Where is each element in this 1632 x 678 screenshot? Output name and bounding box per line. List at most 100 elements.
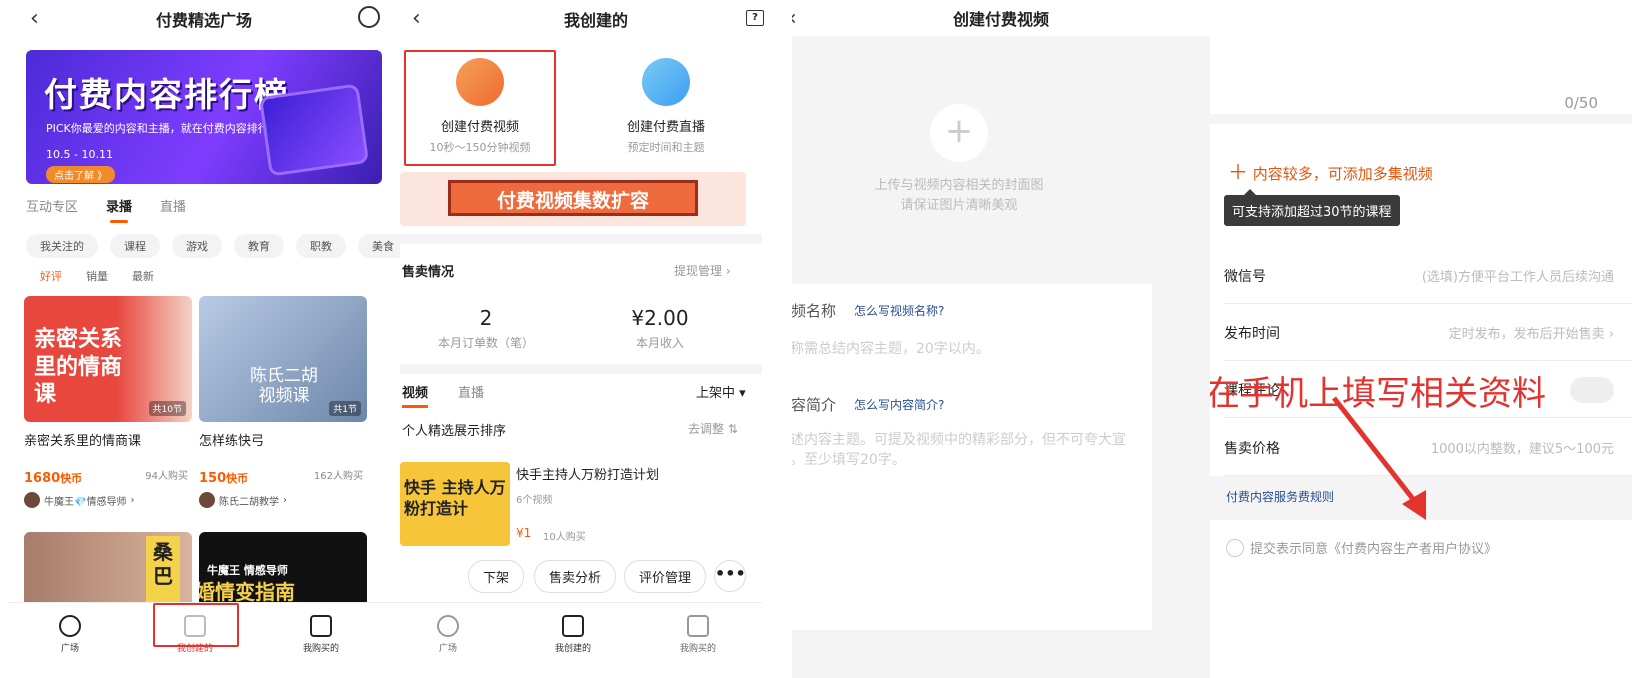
- agree-text: 提交表示同意《付费内容生产者用户协议》: [1250, 542, 1498, 557]
- search-icon[interactable]: [358, 6, 380, 28]
- nav-plaza[interactable]: 广场: [418, 615, 478, 654]
- camera-icon: [642, 58, 690, 106]
- top-bar: ‹ 创建付费视频: [792, 0, 1210, 36]
- promo-text: 付费视频集数扩容: [448, 180, 698, 216]
- chip-vocational[interactable]: 职教: [296, 234, 346, 258]
- agreement-row[interactable]: 提交表示同意《付费内容生产者用户协议》: [1226, 538, 1497, 557]
- course-author[interactable]: 陈氏二胡教学 ›: [199, 492, 367, 508]
- chip-course[interactable]: 课程: [110, 234, 160, 258]
- add-cover-icon[interactable]: +: [930, 104, 988, 162]
- intro-help-link[interactable]: 怎么写内容简介?: [854, 396, 944, 413]
- create-live-desc: 预定时间和主题: [627, 141, 705, 154]
- course-price: 1680快币: [24, 471, 83, 486]
- item-price: ¥1: [516, 526, 532, 540]
- thumbnail-text: 快手 主持人万粉打造计: [404, 478, 506, 518]
- sales-heading: 售卖情况: [402, 265, 455, 280]
- thumbnail-text: 婚情变指南: [199, 580, 295, 604]
- banner-title: 付费内容排行榜: [44, 75, 289, 114]
- name-input[interactable]: 名称需总结内容主题，20字以内。: [792, 338, 990, 358]
- chip-following[interactable]: 我关注的: [26, 234, 98, 258]
- back-icon[interactable]: ‹: [792, 6, 797, 31]
- panel-my-created: ‹ 我创建的 ? 创建付费视频 10秒～150分钟视频 创建付费直播 预定时间和…: [400, 0, 792, 678]
- episode-count: 共10节: [148, 401, 186, 416]
- chip-food[interactable]: 美食: [358, 234, 400, 258]
- tab-interactive[interactable]: 互动专区: [26, 196, 78, 215]
- name-help-link[interactable]: 怎么写视频名称?: [854, 302, 944, 319]
- bookmark-icon: [687, 615, 709, 637]
- course-author[interactable]: 牛魔王💎情感导师 ›: [24, 492, 192, 508]
- back-icon[interactable]: ‹: [412, 6, 421, 31]
- add-episodes-button[interactable]: ＋ 内容较多，可添加多集视频: [1228, 156, 1433, 185]
- orders-label: 本月订单数（笔）: [437, 336, 534, 350]
- sort-options: 好评 销量 最新: [40, 268, 154, 284]
- review-manage-button[interactable]: 评价管理: [624, 560, 707, 593]
- upload-hint: 上传与视频内容相关的封面图 请保证图片清晰美观: [874, 178, 1044, 213]
- back-icon[interactable]: ‹: [30, 6, 39, 31]
- tab-recorded[interactable]: 录播: [106, 196, 132, 223]
- item-count: 6个视频: [516, 495, 553, 506]
- compass-icon: [59, 615, 81, 637]
- filter-chips: 我关注的 课程 游戏 教育 职教 美食: [26, 234, 400, 258]
- orders-value: 2: [479, 306, 493, 330]
- page-title: 创建付费视频: [952, 10, 1049, 29]
- bottom-nav: 广场 我创建的 我购买的: [400, 602, 762, 678]
- publish-time-row[interactable]: 发布时间 定时发布，发布后开始售卖 ›: [1224, 305, 1632, 361]
- course-title: 怎样练快弓: [199, 434, 265, 449]
- chip-game[interactable]: 游戏: [172, 234, 222, 258]
- avatar: [24, 492, 40, 508]
- sort-sales[interactable]: 销量: [86, 268, 108, 284]
- promo-banner[interactable]: 付费视频集数扩容: [400, 172, 746, 226]
- unlist-button[interactable]: 下架: [468, 560, 525, 593]
- item-title[interactable]: 快手主持人万粉打造计划: [516, 464, 659, 483]
- item-buyers: 10人购买: [543, 532, 586, 543]
- create-video-option[interactable]: 创建付费视频 10秒～150分钟视频: [404, 50, 556, 166]
- banner-button[interactable]: 点击了解 》: [46, 166, 116, 183]
- bookmark-icon: [310, 615, 332, 637]
- agree-checkbox[interactable]: [1226, 538, 1244, 557]
- buyer-count: 94人购买: [145, 471, 188, 482]
- episode-count: 共1节: [329, 401, 361, 416]
- sales-analysis-button[interactable]: 售卖分析: [534, 560, 617, 593]
- diamond-icon: [562, 615, 584, 637]
- course-card[interactable]: 陈氏二胡 视频课 共1节 怎样练快弓 150快币 162人购买 陈氏二胡教学 ›: [199, 296, 367, 508]
- nav-purchased[interactable]: 我购买的: [291, 615, 351, 654]
- divider: [400, 234, 762, 244]
- intro-input[interactable]: 描述内容主题。可提及视频中的精彩部分，但不可夸大宣传。至少填写20字。: [792, 430, 1148, 471]
- help-icon[interactable]: ?: [746, 10, 764, 26]
- income-stat: ¥2.00 本月收入: [606, 306, 714, 351]
- thumbnail-text: 亲密关系里的情商课: [34, 327, 123, 407]
- sort-newest[interactable]: 最新: [132, 268, 154, 284]
- row-label: 售卖价格: [1224, 440, 1280, 457]
- nav-plaza[interactable]: 广场: [40, 615, 100, 654]
- page-title: 我创建的: [563, 11, 628, 30]
- tab-live[interactable]: 直播: [458, 382, 484, 401]
- create-live-option[interactable]: 创建付费直播 预定时间和主题: [590, 50, 742, 166]
- wechat-row[interactable]: 微信号 (选填)方便平台工作人员后续沟通: [1224, 248, 1632, 304]
- more-icon[interactable]: •••: [714, 560, 746, 592]
- buyer-count: 162人购买: [313, 471, 363, 482]
- chip-education[interactable]: 教育: [234, 234, 284, 258]
- name-label: 视频名称: [792, 302, 837, 320]
- description-box[interactable]: 0/50: [1210, 0, 1632, 124]
- highlight-box: [153, 603, 239, 647]
- adjust-link[interactable]: 去调整 ⇅: [688, 420, 738, 437]
- nav-created[interactable]: 我创建的: [543, 615, 603, 654]
- sort-rating[interactable]: 好评: [40, 268, 62, 284]
- item-thumbnail[interactable]: 快手 主持人万粉打造计: [400, 462, 510, 546]
- comment-toggle[interactable]: [1570, 376, 1614, 403]
- create-live-label: 创建付费直播: [626, 120, 705, 135]
- annotation-arrow: [1332, 396, 1426, 520]
- price-input[interactable]: 1000以内整数，建议5～100元: [1431, 438, 1614, 457]
- tab-video[interactable]: 视频: [402, 382, 429, 408]
- status-dropdown[interactable]: 上架中 ▾: [696, 382, 746, 401]
- wechat-input[interactable]: (选填)方便平台工作人员后续沟通: [1422, 266, 1614, 285]
- ranking-banner[interactable]: 付费内容排行榜 PICK你最爱的内容和主播，就在付费内容排行榜 10.5 - 1…: [26, 50, 382, 184]
- tab-live[interactable]: 直播: [160, 196, 186, 215]
- panel-plaza: ‹ 付费精选广场 付费内容排行榜 PICK你最爱的内容和主播，就在付费内容排行榜…: [8, 0, 400, 678]
- withdraw-link[interactable]: 提现管理 ›: [674, 262, 731, 279]
- course-card[interactable]: 亲密关系里的情商课 共10节 亲密关系里的情商课 1680快币 94人购买 牛魔…: [24, 296, 192, 508]
- panel-create-video: ‹ 创建付费视频 + 上传与视频内容相关的封面图请保证图片清晰美观 视频名称 怎…: [792, 0, 1210, 678]
- highlight-box: [404, 50, 556, 166]
- publish-time-value: 定时发布，发布后开始售卖 ›: [1448, 327, 1614, 342]
- nav-purchased[interactable]: 我购买的: [668, 615, 728, 654]
